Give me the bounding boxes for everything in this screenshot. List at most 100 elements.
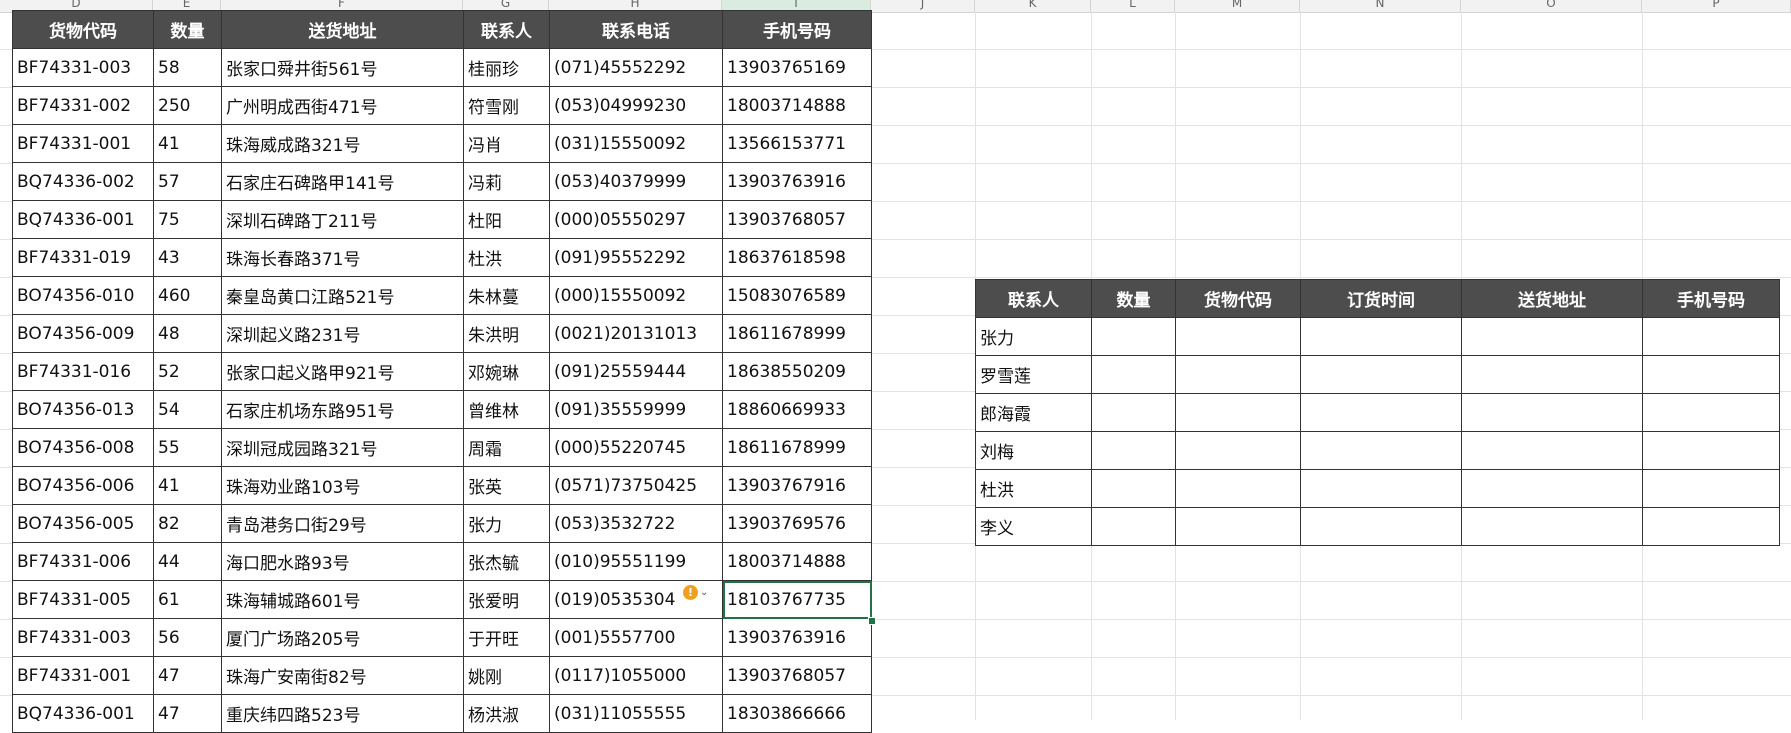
shipment-cell[interactable]: 杜洪 bbox=[463, 238, 550, 277]
shipment-cell[interactable]: BF74331-003 bbox=[12, 618, 154, 657]
shipment-cell[interactable]: 13903765169 bbox=[722, 48, 872, 87]
shipment-cell[interactable]: 13903763916 bbox=[722, 618, 872, 657]
shipment-cell[interactable]: BO74356-005 bbox=[12, 504, 154, 543]
lookup-cell[interactable] bbox=[1461, 355, 1643, 394]
lookup-cell[interactable] bbox=[1175, 355, 1301, 394]
shipment-cell[interactable]: 冯肖 bbox=[463, 124, 550, 163]
shipment-cell[interactable]: (091)25559444 bbox=[549, 352, 723, 391]
shipment-cell[interactable]: 13903768057 bbox=[722, 656, 872, 695]
shipment-cell[interactable]: 56 bbox=[153, 618, 222, 657]
shipment-cell[interactable]: 青岛港务口街29号 bbox=[221, 504, 464, 543]
shipment-cell[interactable]: 13903769576 bbox=[722, 504, 872, 543]
fill-handle[interactable] bbox=[868, 617, 876, 625]
shipment-cell[interactable]: 深圳石碑路丁211号 bbox=[221, 200, 464, 239]
shipment-cell[interactable]: 深圳冠成园路321号 bbox=[221, 428, 464, 467]
shipment-cell[interactable]: 18303866666 bbox=[722, 694, 872, 733]
lookup-cell[interactable] bbox=[1091, 355, 1176, 394]
shipment-cell[interactable]: BF74331-001 bbox=[12, 124, 154, 163]
shipment-cell[interactable]: (0021)20131013 bbox=[549, 314, 723, 353]
shipment-cell[interactable]: BF74331-005 bbox=[12, 580, 154, 619]
lookup-column-header[interactable]: 手机号码 bbox=[1642, 279, 1780, 318]
shipment-cell[interactable]: BF74331-006 bbox=[12, 542, 154, 581]
shipment-column-header[interactable]: 手机号码 bbox=[722, 10, 872, 49]
shipment-cell[interactable]: 广州明成西街471号 bbox=[221, 86, 464, 125]
shipment-cell[interactable]: (010)95551199 bbox=[549, 542, 723, 581]
shipment-cell[interactable]: BQ74336-002 bbox=[12, 162, 154, 201]
lookup-cell[interactable] bbox=[1091, 393, 1176, 432]
shipment-cell[interactable]: 厦门广场路205号 bbox=[221, 618, 464, 657]
shipment-cell[interactable]: BO74356-008 bbox=[12, 428, 154, 467]
shipment-cell[interactable]: 朱洪明 bbox=[463, 314, 550, 353]
shipment-cell[interactable]: 张爱明 bbox=[463, 580, 550, 619]
shipment-cell[interactable]: 13903763916 bbox=[722, 162, 872, 201]
shipment-cell[interactable]: 57 bbox=[153, 162, 222, 201]
shipment-cell[interactable]: 41 bbox=[153, 466, 222, 505]
lookup-cell[interactable] bbox=[1642, 393, 1780, 432]
shipment-cell[interactable]: 460 bbox=[153, 276, 222, 315]
shipment-cell[interactable]: 41 bbox=[153, 124, 222, 163]
shipment-cell[interactable]: 珠海长春路371号 bbox=[221, 238, 464, 277]
lookup-cell[interactable] bbox=[1461, 317, 1643, 356]
shipment-cell[interactable]: 珠海辅城路601号 bbox=[221, 580, 464, 619]
lookup-cell[interactable] bbox=[1175, 469, 1301, 508]
shipment-cell[interactable]: 石家庄机场东路951号 bbox=[221, 390, 464, 429]
lookup-cell[interactable]: 张力 bbox=[975, 317, 1092, 356]
lookup-cell[interactable] bbox=[1091, 317, 1176, 356]
lookup-cell[interactable] bbox=[1642, 507, 1780, 546]
lookup-cell[interactable] bbox=[1175, 393, 1301, 432]
shipment-cell[interactable]: (000)15550092 bbox=[549, 276, 723, 315]
lookup-cell[interactable] bbox=[1175, 317, 1301, 356]
shipment-cell[interactable]: BF74331-002 bbox=[12, 86, 154, 125]
lookup-cell[interactable] bbox=[1091, 469, 1176, 508]
lookup-cell[interactable] bbox=[1642, 355, 1780, 394]
shipment-cell[interactable]: (000)05550297 bbox=[549, 200, 723, 239]
lookup-column-header[interactable]: 联系人 bbox=[975, 279, 1092, 318]
lookup-cell[interactable] bbox=[1091, 507, 1176, 546]
shipment-cell[interactable]: 杨洪淑 bbox=[463, 694, 550, 733]
shipment-cell[interactable]: 13566153771 bbox=[722, 124, 872, 163]
shipment-cell[interactable]: (001)5557700 bbox=[549, 618, 723, 657]
shipment-cell[interactable]: 18611678999 bbox=[722, 314, 872, 353]
shipment-cell[interactable]: 秦皇岛黄口江路521号 bbox=[221, 276, 464, 315]
lookup-column-header[interactable]: 送货地址 bbox=[1461, 279, 1643, 318]
shipment-cell[interactable]: 47 bbox=[153, 656, 222, 695]
shipment-column-header[interactable]: 联系人 bbox=[463, 10, 550, 49]
shipment-cell[interactable]: 珠海威成路321号 bbox=[221, 124, 464, 163]
column-header-j[interactable]: J bbox=[871, 0, 975, 12]
lookup-cell[interactable]: 郎海霞 bbox=[975, 393, 1092, 432]
lookup-cell[interactable] bbox=[1300, 393, 1462, 432]
shipment-cell[interactable]: 冯莉 bbox=[463, 162, 550, 201]
shipment-cell[interactable]: 82 bbox=[153, 504, 222, 543]
shipment-cell[interactable]: BQ74336-001 bbox=[12, 694, 154, 733]
lookup-column-header[interactable]: 数量 bbox=[1091, 279, 1176, 318]
shipment-cell[interactable]: (000)55220745 bbox=[549, 428, 723, 467]
shipment-cell[interactable]: BF74331-019 bbox=[12, 238, 154, 277]
shipment-cell[interactable]: 13903767916 bbox=[722, 466, 872, 505]
shipment-cell[interactable]: (0571)73750425 bbox=[549, 466, 723, 505]
shipment-cell[interactable]: 桂丽珍 bbox=[463, 48, 550, 87]
shipment-cell[interactable]: 珠海劝业路103号 bbox=[221, 466, 464, 505]
lookup-column-header[interactable]: 订货时间 bbox=[1300, 279, 1462, 318]
shipment-column-header[interactable]: 数量 bbox=[153, 10, 222, 49]
shipment-cell[interactable]: 张力 bbox=[463, 504, 550, 543]
shipment-cell[interactable]: 于开旺 bbox=[463, 618, 550, 657]
lookup-cell[interactable] bbox=[1642, 431, 1780, 470]
shipment-cell[interactable]: 18860669933 bbox=[722, 390, 872, 429]
shipment-cell[interactable]: BF74331-001 bbox=[12, 656, 154, 695]
shipment-cell[interactable]: 姚刚 bbox=[463, 656, 550, 695]
shipment-cell[interactable]: (053)3532722 bbox=[549, 504, 723, 543]
shipment-cell[interactable]: 18003714888 bbox=[722, 86, 872, 125]
shipment-cell[interactable]: BQ74336-001 bbox=[12, 200, 154, 239]
shipment-column-header[interactable]: 送货地址 bbox=[221, 10, 464, 49]
shipment-cell[interactable]: 58 bbox=[153, 48, 222, 87]
shipment-cell[interactable]: (031)11055555 bbox=[549, 694, 723, 733]
shipment-cell[interactable]: 47 bbox=[153, 694, 222, 733]
shipment-cell[interactable]: 曾维林 bbox=[463, 390, 550, 429]
shipment-cell[interactable]: 48 bbox=[153, 314, 222, 353]
lookup-cell[interactable] bbox=[1091, 431, 1176, 470]
shipment-cell[interactable]: 18103767735 bbox=[722, 580, 872, 619]
shipment-cell[interactable]: 珠海广安南街82号 bbox=[221, 656, 464, 695]
shipment-cell[interactable]: 18003714888 bbox=[722, 542, 872, 581]
lookup-cell[interactable]: 杜洪 bbox=[975, 469, 1092, 508]
shipment-cell[interactable]: (091)95552292 bbox=[549, 238, 723, 277]
